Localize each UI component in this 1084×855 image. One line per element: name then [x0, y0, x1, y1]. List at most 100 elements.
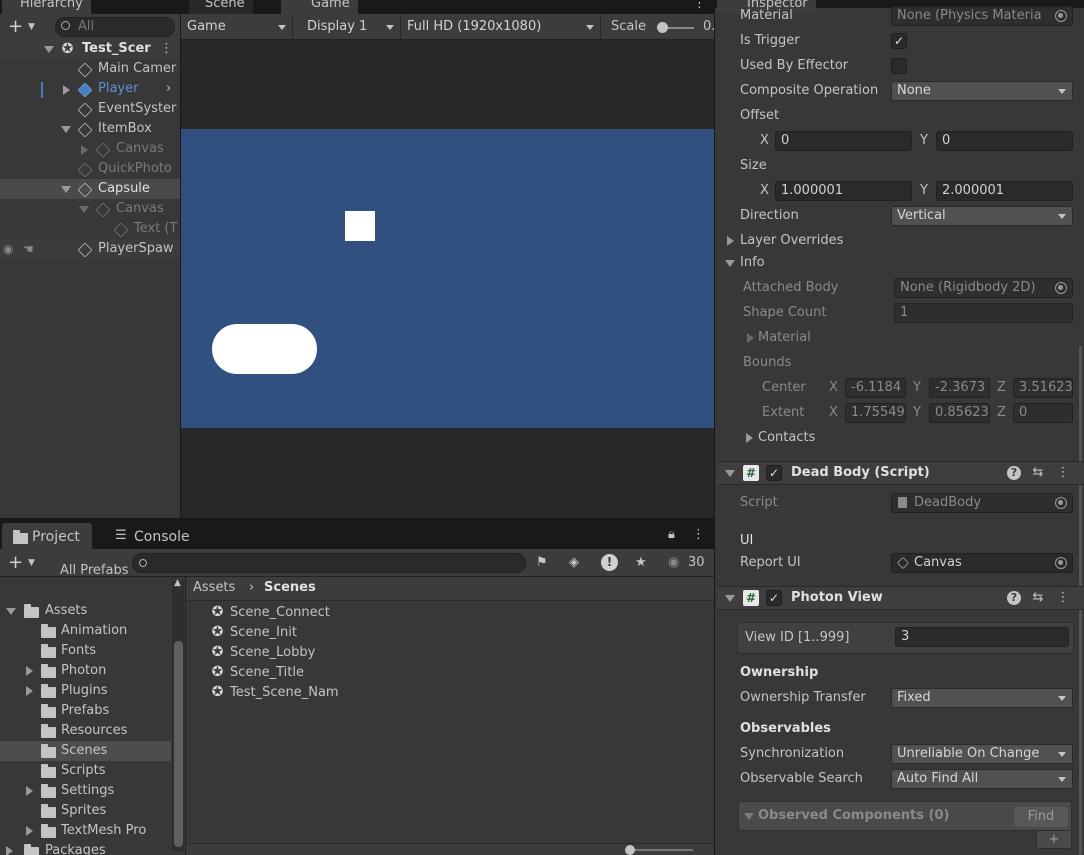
tree-item[interactable]: Scenes: [61, 741, 107, 761]
display-dropdown[interactable]: Display 1: [301, 15, 401, 39]
tree-item[interactable]: TextMesh Pro: [61, 821, 146, 841]
tab-game[interactable]: Game: [281, 0, 358, 14]
component-more-icon[interactable]: ⋮: [1055, 590, 1071, 606]
hierarchy-item[interactable]: Canvas: [116, 139, 164, 159]
favorite-star-icon[interactable]: ★: [635, 553, 647, 573]
offset-x-field[interactable]: 0: [775, 131, 912, 151]
observable-search-dropdown[interactable]: Auto Find All: [891, 769, 1073, 789]
presets-icon[interactable]: ⇆: [1030, 590, 1046, 606]
size-x-field[interactable]: 1.000001: [775, 181, 912, 201]
dead-body-component-header[interactable]: # ✓ Dead Body (Script) ? ⇆ ⋮: [717, 461, 1084, 485]
tree-item[interactable]: Photon: [61, 661, 106, 681]
scale-slider-thumb[interactable]: [657, 22, 668, 33]
contacts-foldout[interactable]: Contacts: [758, 428, 815, 448]
dead-body-enabled-checkbox[interactable]: ✓: [766, 465, 782, 481]
tab-hierarchy[interactable]: Hierarchy: [2, 0, 91, 14]
hierarchy-item[interactable]: QuickPhoto: [98, 159, 172, 179]
info-foldout[interactable]: Info: [740, 253, 765, 273]
expand-arrow-icon[interactable]: [744, 813, 754, 820]
errors-icon[interactable]: !: [601, 554, 618, 571]
tree-item[interactable]: Assets: [45, 601, 87, 621]
chevron-right-icon[interactable]: ›: [166, 79, 171, 99]
add-observed-button[interactable]: +: [1036, 831, 1072, 849]
file-item[interactable]: Scene_Title: [230, 663, 304, 683]
offset-y-field[interactable]: 0: [936, 131, 1073, 151]
breadcrumb-item[interactable]: Assets: [193, 578, 235, 598]
scroll-up-icon[interactable]: ▲: [174, 573, 181, 593]
object-picker-icon[interactable]: [1055, 10, 1067, 22]
expand-arrow-icon[interactable]: [26, 786, 33, 796]
hierarchy-item[interactable]: Text (T: [134, 219, 177, 239]
observed-components-list[interactable]: Observed Components (0) Find: [738, 801, 1072, 831]
expand-arrow-icon[interactable]: [725, 260, 735, 267]
tree-item[interactable]: Settings: [61, 781, 114, 801]
material-field[interactable]: None (Physics Materia: [891, 6, 1073, 26]
used-by-effector-checkbox[interactable]: [891, 58, 907, 74]
chevron-down-icon[interactable]: ▼: [28, 553, 35, 573]
lock-icon[interactable]: 🔒︎: [668, 525, 675, 545]
thumbnail-size-slider[interactable]: [187, 843, 714, 855]
expand-arrow-icon[interactable]: [79, 206, 89, 213]
photon-view-component-header[interactable]: # ✓ Photon View ? ⇆ ⋮: [717, 586, 1084, 610]
synchronization-dropdown[interactable]: Unreliable On Change: [891, 744, 1073, 764]
size-y-field[interactable]: 2.000001: [936, 181, 1073, 201]
tree-scrollbar-thumb[interactable]: [174, 641, 183, 847]
hierarchy-search-input[interactable]: All: [55, 17, 175, 37]
tab-scene[interactable]: Scene: [189, 0, 253, 14]
expand-arrow-icon[interactable]: [44, 46, 54, 53]
tree-item[interactable]: Plugins: [61, 681, 108, 701]
hierarchy-item[interactable]: Main Camer: [98, 59, 176, 79]
hierarchy-item[interactable]: Player: [98, 79, 138, 99]
presets-icon[interactable]: ⇆: [1030, 465, 1046, 481]
label-tag-icon[interactable]: ◈: [569, 553, 579, 573]
expand-arrow-icon[interactable]: [63, 85, 70, 95]
pickable-hand-icon[interactable]: ☚: [23, 239, 34, 259]
game-viewport[interactable]: [181, 129, 714, 428]
expand-arrow-icon[interactable]: [725, 470, 735, 477]
report-ui-field[interactable]: Canvas: [891, 553, 1073, 573]
hierarchy-item[interactable]: Canvas: [116, 199, 164, 219]
object-picker-icon[interactable]: [1055, 557, 1067, 569]
expand-arrow-icon[interactable]: [81, 145, 88, 155]
add-icon[interactable]: +: [8, 17, 23, 37]
visibility-eye-icon[interactable]: ◉: [3, 239, 13, 259]
expand-arrow-icon[interactable]: [26, 666, 33, 676]
expand-arrow-icon[interactable]: [725, 595, 735, 602]
tree-item[interactable]: Sprites: [61, 801, 106, 821]
is-trigger-checkbox[interactable]: ✓: [891, 33, 907, 49]
resolution-dropdown[interactable]: Full HD (1920x1080): [401, 15, 601, 39]
expand-arrow-icon[interactable]: [26, 826, 33, 836]
project-search-input[interactable]: [132, 553, 526, 573]
more-icon[interactable]: ⋮: [693, 0, 706, 14]
tree-item[interactable]: Animation: [61, 621, 127, 641]
more-icon[interactable]: ⋮: [160, 39, 173, 59]
layer-overrides-foldout[interactable]: Layer Overrides: [740, 231, 843, 251]
expand-arrow-icon[interactable]: [6, 608, 16, 615]
expand-arrow-icon[interactable]: [727, 236, 734, 246]
file-item[interactable]: Scene_Lobby: [230, 643, 315, 663]
file-item[interactable]: Scene_Connect: [230, 603, 330, 623]
hierarchy-item[interactable]: ItemBox: [98, 119, 152, 139]
expand-arrow-icon[interactable]: [61, 126, 71, 133]
expand-arrow-icon[interactable]: [746, 433, 753, 443]
ownership-transfer-dropdown[interactable]: Fixed: [891, 688, 1073, 708]
tree-item[interactable]: Resources: [61, 721, 127, 741]
game-mode-dropdown[interactable]: Game: [181, 15, 293, 39]
hierarchy-item[interactable]: Capsule: [98, 179, 150, 199]
direction-dropdown[interactable]: Vertical: [891, 206, 1073, 226]
tree-item[interactable]: Fonts: [61, 641, 96, 661]
photon-view-enabled-checkbox[interactable]: ✓: [766, 590, 782, 606]
help-icon[interactable]: ?: [1007, 591, 1021, 605]
hierarchy-item[interactable]: Test_Scer: [82, 39, 151, 59]
hierarchy-item[interactable]: EventSyster: [98, 99, 176, 119]
file-item[interactable]: Scene_Init: [230, 623, 297, 643]
breadcrumb-item[interactable]: Scenes: [264, 578, 316, 598]
find-button[interactable]: Find: [1014, 807, 1068, 827]
search-by-type-icon[interactable]: ⚑: [536, 553, 548, 573]
more-icon[interactable]: ⋮: [692, 525, 705, 545]
hierarchy-item[interactable]: PlayerSpaw: [98, 239, 174, 259]
expand-arrow-icon[interactable]: [6, 846, 13, 855]
view-id-field[interactable]: 3: [895, 627, 1069, 647]
slider-thumb[interactable]: [625, 845, 635, 855]
component-more-icon[interactable]: ⋮: [1055, 465, 1071, 481]
